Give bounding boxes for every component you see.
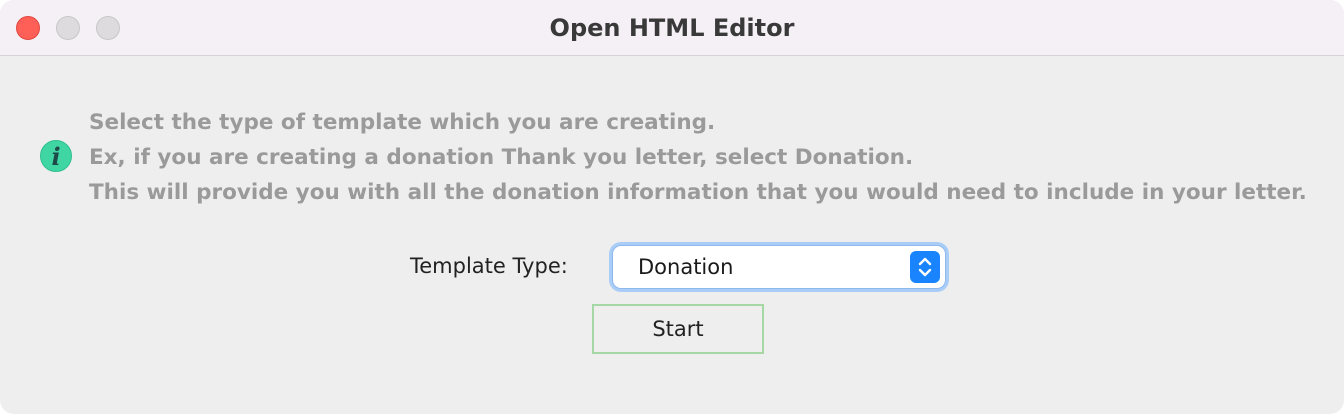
title-bar: Open HTML Editor xyxy=(0,0,1344,56)
template-type-select[interactable]: Donation xyxy=(612,245,946,289)
window-title: Open HTML Editor xyxy=(549,14,795,42)
start-button[interactable]: Start xyxy=(592,304,764,354)
template-type-value: Donation xyxy=(638,255,734,279)
info-text-line-1: Select the type of template which you ar… xyxy=(89,110,716,135)
info-icon: i xyxy=(40,140,72,172)
template-type-label: Template Type: xyxy=(410,254,568,278)
chevron-updown-icon[interactable] xyxy=(910,251,940,283)
info-text-line-2: Ex, if you are creating a donation Thank… xyxy=(89,145,914,170)
info-text-line-3: This will provide you with all the donat… xyxy=(89,180,1307,205)
dialog-window: Open HTML Editor i Select the type of te… xyxy=(0,0,1344,414)
